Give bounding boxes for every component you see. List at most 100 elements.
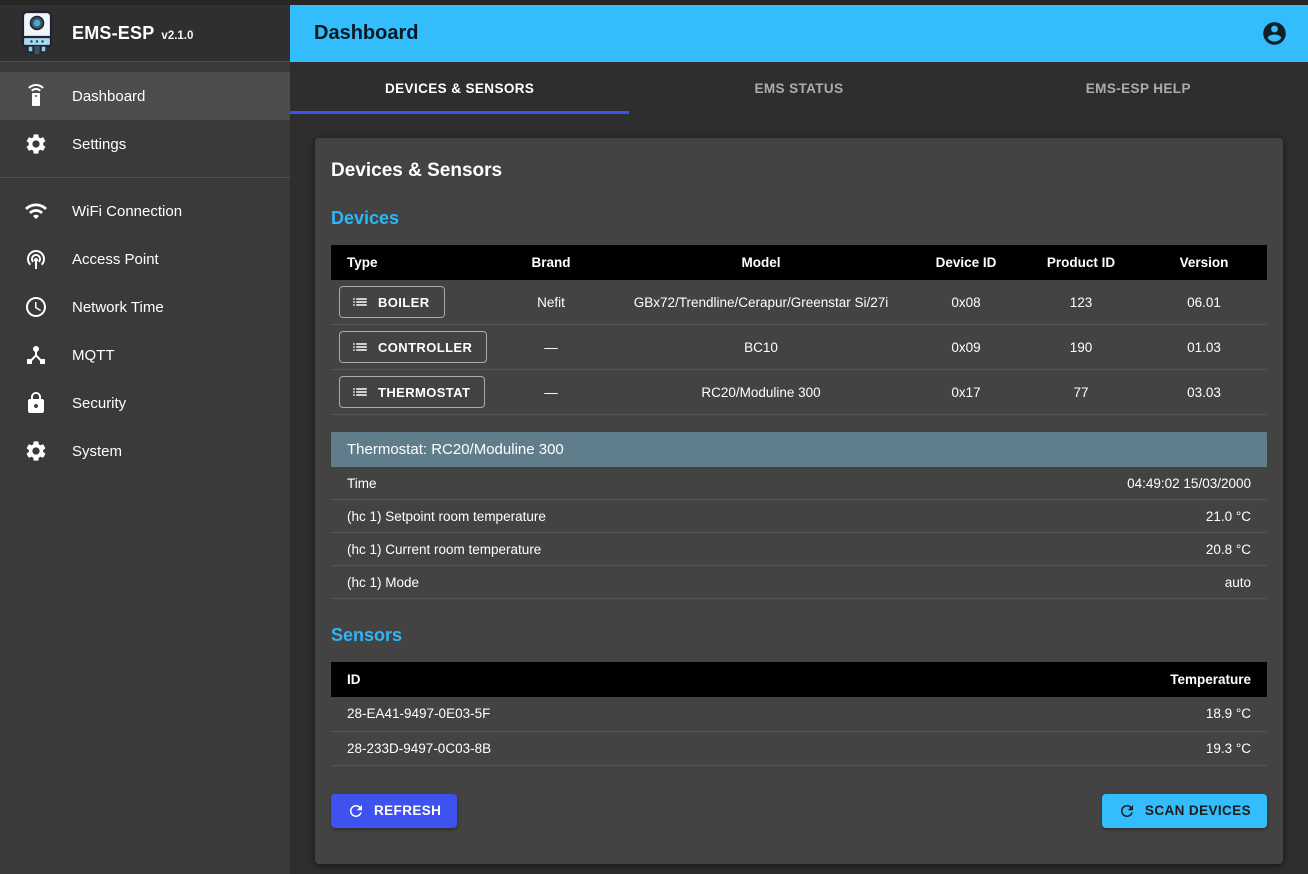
sidebar-item-settings[interactable]: Settings (0, 120, 290, 168)
column-header-type: Type (331, 245, 491, 280)
appbar: Dashboard (290, 5, 1308, 62)
device-brand: — (491, 325, 611, 370)
sensors-table-header: ID Temperature (331, 662, 1267, 697)
sidebar-item-wifi-connection[interactable]: WiFi Connection (0, 187, 290, 235)
detail-label: Time (347, 476, 377, 491)
device-version: 01.03 (1141, 325, 1267, 370)
column-header-model: Model (611, 245, 911, 280)
column-header-version: Version (1141, 245, 1267, 280)
list-icon (351, 383, 369, 401)
gear-icon (24, 132, 48, 156)
sensors-table: ID Temperature 28-EA41-9497-0E03-5F 18.9… (331, 662, 1267, 766)
tab-ems-status[interactable]: EMS STATUS (629, 62, 968, 114)
column-header-device-id: Device ID (911, 245, 1021, 280)
sensor-id: 28-233D-9497-0C03-8B (331, 731, 799, 765)
sidebar-item-label: Access Point (72, 251, 159, 268)
table-row-sensor-2: 28-233D-9497-0C03-8B 19.3 °C (331, 731, 1267, 765)
device-brand: Nefit (491, 280, 611, 325)
sidebar-item-access-point[interactable]: Access Point (0, 235, 290, 283)
device-product-id: 190 (1021, 325, 1141, 370)
refresh-button-label: REFRESH (374, 803, 441, 818)
sensors-section-title: Sensors (331, 625, 1267, 646)
app-version: v2.1.0 (161, 30, 193, 42)
table-row-boiler: BOILER Nefit GBx72/Trendline/Cerapur/Gre… (331, 280, 1267, 325)
tab-devices-sensors[interactable]: DEVICES & SENSORS (290, 62, 629, 114)
column-header-id: ID (331, 662, 799, 697)
sidebar-item-label: MQTT (72, 347, 115, 364)
table-row-thermostat: THERMOSTAT — RC20/Moduline 300 0x17 77 0… (331, 370, 1267, 415)
device-version: 06.01 (1141, 280, 1267, 325)
device-hub-icon (24, 343, 48, 367)
device-product-id: 123 (1021, 280, 1141, 325)
device-model: RC20/Moduline 300 (611, 370, 911, 415)
card-title: Devices & Sensors (331, 160, 1267, 182)
refresh-icon (1118, 802, 1136, 820)
device-type-label: THERMOSTAT (378, 385, 470, 400)
brand: EMS-ESP v2.1.0 (72, 23, 193, 44)
sidebar-header: EMS-ESP v2.1.0 (0, 5, 290, 62)
device-model: GBx72/Trendline/Cerapur/Greenstar Si/27i (611, 280, 911, 325)
refresh-button[interactable]: REFRESH (331, 794, 457, 828)
detail-row-mode: (hc 1) Mode auto (331, 566, 1267, 599)
wifi-icon (24, 199, 48, 223)
page-title: Dashboard (314, 22, 418, 45)
device-id: 0x09 (911, 325, 1021, 370)
detail-value: 20.8 °C (1206, 542, 1251, 557)
lock-icon (24, 391, 48, 415)
device-type-button-boiler[interactable]: BOILER (339, 286, 445, 318)
account-circle-icon (1261, 20, 1288, 47)
column-header-brand: Brand (491, 245, 611, 280)
detail-row-setpoint-temp: (hc 1) Setpoint room temperature 21.0 °C (331, 500, 1267, 533)
devices-section-title: Devices (331, 208, 1267, 229)
detail-row-current-temp: (hc 1) Current room temperature 20.8 °C (331, 533, 1267, 566)
detail-value: 04:49:02 15/03/2000 (1127, 476, 1251, 491)
sensor-temperature: 18.9 °C (799, 697, 1267, 731)
refresh-icon (347, 802, 365, 820)
table-row-sensor-1: 28-EA41-9497-0E03-5F 18.9 °C (331, 697, 1267, 731)
device-detail-rows: Time 04:49:02 15/03/2000 (hc 1) Setpoint… (331, 467, 1267, 599)
device-id: 0x08 (911, 280, 1021, 325)
tab-ems-esp-help[interactable]: EMS-ESP HELP (969, 62, 1308, 114)
scan-devices-button[interactable]: SCAN DEVICES (1102, 794, 1267, 828)
detail-row-time: Time 04:49:02 15/03/2000 (331, 467, 1267, 500)
sidebar-item-dashboard[interactable]: Dashboard (0, 72, 290, 120)
app-title: EMS-ESP (72, 23, 154, 44)
sensor-temperature: 19.3 °C (799, 731, 1267, 765)
sidebar-item-label: Security (72, 395, 126, 412)
sidebar-item-system[interactable]: System (0, 427, 290, 475)
clock-icon (24, 295, 48, 319)
page-body: Devices & Sensors Devices Type Brand Mod… (290, 114, 1308, 874)
sidebar-item-security[interactable]: Security (0, 379, 290, 427)
devices-table: Type Brand Model Device ID Product ID Ve… (331, 245, 1267, 415)
column-header-temperature: Temperature (799, 662, 1267, 697)
detail-label: (hc 1) Mode (347, 575, 419, 590)
device-id: 0x17 (911, 370, 1021, 415)
device-type-button-controller[interactable]: CONTROLLER (339, 331, 487, 363)
device-product-id: 77 (1021, 370, 1141, 415)
sidebar-item-mqtt[interactable]: MQTT (0, 331, 290, 379)
device-detail-header: Thermostat: RC20/Moduline 300 (331, 432, 1267, 467)
sensor-id: 28-EA41-9497-0E03-5F (331, 697, 799, 731)
device-version: 03.03 (1141, 370, 1267, 415)
account-button[interactable] (1254, 14, 1294, 54)
detail-value: auto (1225, 575, 1251, 590)
column-header-product-id: Product ID (1021, 245, 1141, 280)
gear-icon (24, 439, 48, 463)
wifi-tethering-icon (24, 247, 48, 271)
remote-icon (24, 84, 48, 108)
devices-table-header: Type Brand Model Device ID Product ID Ve… (331, 245, 1267, 280)
list-icon (351, 338, 369, 356)
sidebar-item-network-time[interactable]: Network Time (0, 283, 290, 331)
sidebar-item-label: System (72, 443, 122, 460)
sidebar-item-label: WiFi Connection (72, 203, 182, 220)
device-type-label: CONTROLLER (378, 340, 472, 355)
sidebar: EMS-ESP v2.1.0 Dashboard Settings WiFi C… (0, 5, 290, 874)
boiler-logo-icon (16, 10, 58, 56)
scan-devices-button-label: SCAN DEVICES (1145, 803, 1251, 818)
sidebar-item-label: Network Time (72, 299, 164, 316)
device-type-button-thermostat[interactable]: THERMOSTAT (339, 376, 485, 408)
sidebar-item-label: Dashboard (72, 88, 145, 105)
card-actions: REFRESH SCAN DEVICES (331, 794, 1267, 828)
content-column: Dashboard DEVICES & SENSORS EMS STATUS E… (290, 5, 1308, 874)
tab-bar: DEVICES & SENSORS EMS STATUS EMS-ESP HEL… (290, 62, 1308, 114)
